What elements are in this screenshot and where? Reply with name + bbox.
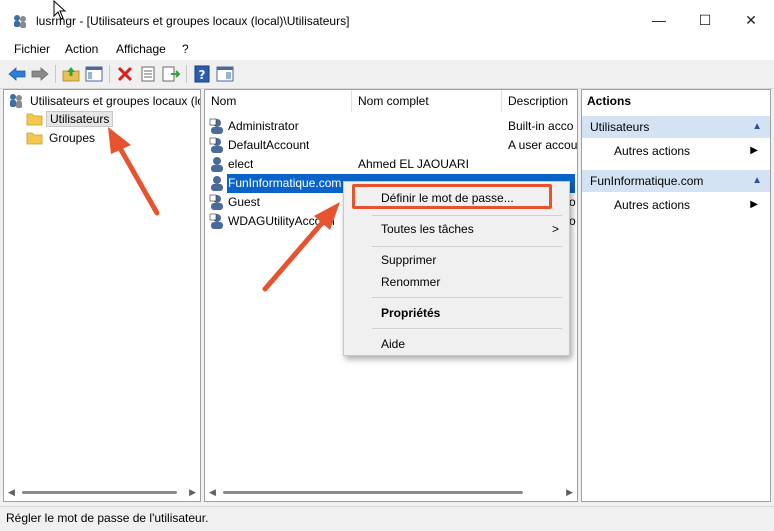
annotation-arrows: [108, 127, 340, 292]
mouse-cursor-icon: [53, 0, 67, 20]
annotation-arrow-menu: [262, 220, 325, 292]
annotation-arrowhead-utilisateurs: [108, 127, 131, 154]
annotation-arrow-utilisateurs: [117, 145, 160, 216]
